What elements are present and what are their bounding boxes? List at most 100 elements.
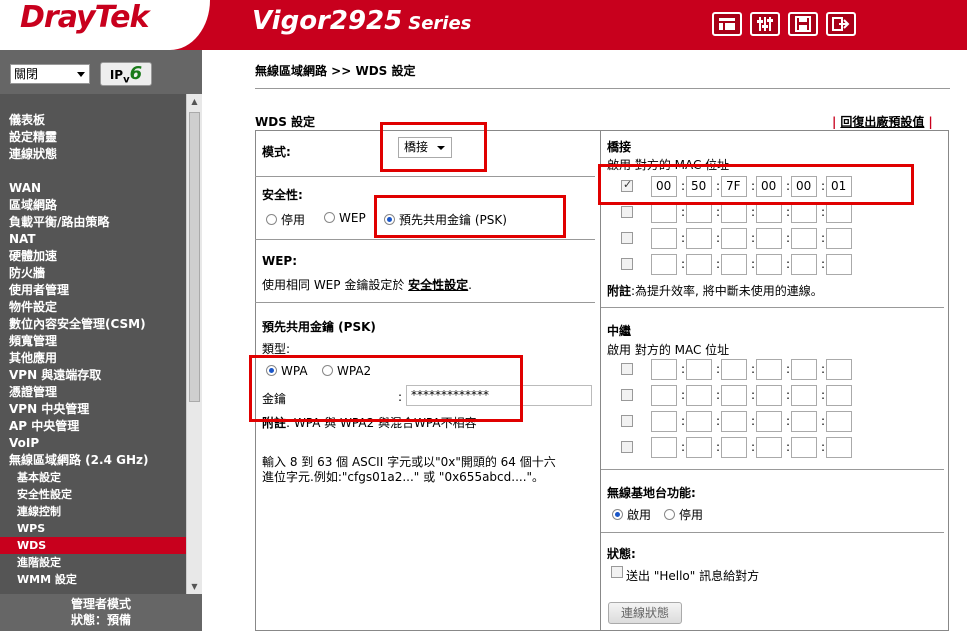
bridge-mac-octet-input[interactable]	[651, 202, 677, 223]
security-option-disable[interactable]: 停用	[266, 211, 305, 228]
repeater-mac-octet-input[interactable]	[791, 359, 817, 380]
sidebar-item-g1-0[interactable]: 儀表板	[0, 112, 186, 129]
repeater-mac-octet-input[interactable]	[651, 385, 677, 406]
bridge-mac-octet-input[interactable]	[791, 228, 817, 249]
repeater-mac-octet-input[interactable]	[826, 437, 852, 458]
sidebar-subitem-0[interactable]: 基本設定	[0, 469, 186, 486]
sidebar-subitem-2[interactable]: 連線控制	[0, 503, 186, 520]
mac-separator: :	[716, 257, 721, 271]
sidebar-subitem-4[interactable]: WDS	[0, 537, 186, 554]
reset-defaults-link[interactable]: | 回復出廠預設值 |	[828, 113, 937, 130]
bridge-mac-octet-input[interactable]	[721, 228, 747, 249]
sidebar-item-g2-8[interactable]: 數位內容安全管理(CSM)	[0, 316, 186, 333]
repeater-mac-octet-input[interactable]	[826, 411, 852, 432]
sidebar-item-g2-0[interactable]: WAN	[0, 180, 186, 197]
radio-ap-disable[interactable]	[664, 509, 675, 520]
bridge-mac-octet-input[interactable]	[651, 254, 677, 275]
language-select[interactable]: 關閉	[10, 64, 90, 84]
ap-function-disable[interactable]: 停用	[664, 506, 703, 523]
bridge-mac-octet-input[interactable]	[721, 202, 747, 223]
radio-wep[interactable]	[324, 212, 335, 223]
bridge-mac-octet-input[interactable]	[686, 228, 712, 249]
bridge-mac-octet-input[interactable]	[686, 202, 712, 223]
send-hello-checkbox[interactable]	[611, 566, 623, 578]
repeater-mac-octet-input[interactable]	[756, 411, 782, 432]
repeater-enable-checkbox[interactable]	[621, 363, 633, 375]
repeater-mac-octet-input[interactable]	[686, 385, 712, 406]
scroll-up-icon[interactable]: ▲	[187, 94, 202, 109]
bridge-mac-octet-input[interactable]	[756, 254, 782, 275]
sidebar-item-g2-1[interactable]: 區域網路	[0, 197, 186, 214]
repeater-mac-octet-input[interactable]	[826, 385, 852, 406]
save-disk-icon[interactable]	[788, 12, 818, 36]
bridge-mac-octet-input[interactable]	[651, 228, 677, 249]
bridge-enable-checkbox[interactable]	[621, 258, 633, 270]
sidebar-item-g2-14[interactable]: AP 中央管理	[0, 418, 186, 435]
toolbar-menu-icon[interactable]	[712, 12, 742, 36]
logout-icon[interactable]	[826, 12, 856, 36]
sidebar-item-g2-4[interactable]: 硬體加速	[0, 248, 186, 265]
sidebar-item-g2-2[interactable]: 負載平衡/路由策略	[0, 214, 186, 231]
bridge-mac-octet-input[interactable]	[791, 254, 817, 275]
bridge-mac-octet-input[interactable]	[826, 202, 852, 223]
divider	[255, 239, 595, 240]
repeater-mac-octet-input[interactable]	[651, 411, 677, 432]
repeater-mac-octet-input[interactable]	[686, 359, 712, 380]
sidebar-subitem-6[interactable]: WMM 設定	[0, 571, 186, 588]
security-option-wep[interactable]: WEP	[324, 211, 366, 225]
settings-sliders-icon[interactable]	[750, 12, 780, 36]
repeater-mac-octet-input[interactable]	[791, 437, 817, 458]
repeater-enable-checkbox[interactable]	[621, 389, 633, 401]
repeater-mac-octet-input[interactable]	[826, 359, 852, 380]
sidebar-item-g2-11[interactable]: VPN 與遠端存取	[0, 367, 186, 384]
sidebar-item-g2-12[interactable]: 憑證管理	[0, 384, 186, 401]
repeater-mac-octet-input[interactable]	[721, 437, 747, 458]
repeater-mac-octet-input[interactable]	[686, 411, 712, 432]
repeater-mac-octet-input[interactable]	[791, 411, 817, 432]
repeater-mac-octet-input[interactable]	[686, 437, 712, 458]
link-status-button[interactable]: 連線狀態	[608, 602, 682, 624]
repeater-mac-octet-input[interactable]	[721, 359, 747, 380]
sidebar-item-g1-1[interactable]: 設定精靈	[0, 129, 186, 146]
repeater-enable-checkbox[interactable]	[621, 415, 633, 427]
sidebar-item-g2-6[interactable]: 使用者管理	[0, 282, 186, 299]
bridge-enable-checkbox[interactable]	[621, 232, 633, 244]
sidebar-item-g2-5[interactable]: 防火牆	[0, 265, 186, 282]
bridge-mac-octet-input[interactable]	[791, 202, 817, 223]
sidebar-item-g2-15[interactable]: VoIP	[0, 435, 186, 452]
bridge-mac-octet-input[interactable]	[756, 202, 782, 223]
repeater-mac-octet-input[interactable]	[721, 385, 747, 406]
sidebar-item-g2-10[interactable]: 其他應用	[0, 350, 186, 367]
bridge-mac-octet-input[interactable]	[721, 254, 747, 275]
sidebar-scrollbar[interactable]: ▲ ▼	[186, 94, 202, 594]
sidebar-subitem-1[interactable]: 安全性設定	[0, 486, 186, 503]
ipv6-button[interactable]: IPv6	[100, 62, 152, 86]
sidebar-item-g2-7[interactable]: 物件設定	[0, 299, 186, 316]
radio-disable[interactable]	[266, 214, 277, 225]
sidebar-item-g2-13[interactable]: VPN 中央管理	[0, 401, 186, 418]
radio-ap-enable[interactable]	[612, 509, 623, 520]
ap-function-enable[interactable]: 啟用	[612, 506, 651, 523]
scroll-down-icon[interactable]: ▼	[187, 579, 202, 594]
sidebar-subitem-3[interactable]: WPS	[0, 520, 186, 537]
bridge-mac-octet-input[interactable]	[826, 254, 852, 275]
sidebar-item-g2-3[interactable]: NAT	[0, 231, 186, 248]
sidebar-item-g2-16[interactable]: 無線區域網路 (2.4 GHz)	[0, 452, 186, 469]
bridge-mac-octet-input[interactable]	[686, 254, 712, 275]
bridge-mac-octet-input[interactable]	[756, 228, 782, 249]
bridge-mac-octet-input[interactable]	[826, 228, 852, 249]
sidebar-item-g2-9[interactable]: 頻寬管理	[0, 333, 186, 350]
bridge-enable-checkbox[interactable]	[621, 206, 633, 218]
repeater-mac-octet-input[interactable]	[721, 411, 747, 432]
repeater-mac-octet-input[interactable]	[756, 437, 782, 458]
repeater-mac-octet-input[interactable]	[791, 385, 817, 406]
repeater-mac-octet-input[interactable]	[756, 385, 782, 406]
repeater-mac-octet-input[interactable]	[651, 359, 677, 380]
repeater-mac-octet-input[interactable]	[756, 359, 782, 380]
scrollbar-thumb[interactable]	[189, 112, 200, 402]
sidebar-item-g1-2[interactable]: 連線狀態	[0, 146, 186, 163]
sidebar-subitem-5[interactable]: 進階設定	[0, 554, 186, 571]
repeater-mac-octet-input[interactable]	[651, 437, 677, 458]
repeater-enable-checkbox[interactable]	[621, 441, 633, 453]
security-settings-link[interactable]: 安全性設定	[408, 278, 468, 292]
